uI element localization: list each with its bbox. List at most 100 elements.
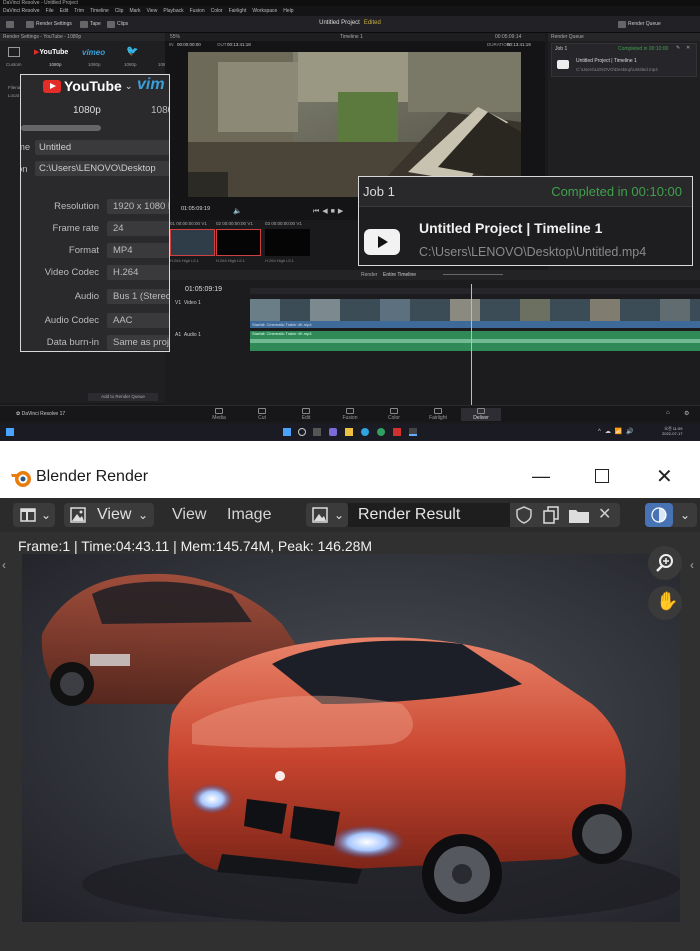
location-input[interactable]: C:\Users\LENOVO\Desktop: [35, 161, 169, 176]
preset-scrollbar[interactable]: [21, 125, 101, 131]
page-deliver[interactable]: Deliver: [461, 408, 501, 421]
open-folder-icon[interactable]: [568, 506, 590, 524]
image-name-field[interactable]: Render Result: [348, 503, 510, 527]
preset-label: Custom: [6, 62, 22, 67]
task-view-icon[interactable]: [313, 428, 321, 436]
display-channels-dropdown[interactable]: ⌄: [645, 503, 697, 527]
menu-item[interactable]: Help: [283, 6, 293, 16]
clip-thumbnail[interactable]: [265, 229, 310, 256]
page-navigation: ✿ DaVinci Resolve 17 Media Cut Edit Fusi…: [0, 405, 700, 422]
audio-clip-bar[interactable]: Starfall: Cinematic Trailer 4K.mp4: [250, 331, 700, 351]
page-fairlight[interactable]: Fairlight: [418, 408, 458, 421]
blender-logo-icon: [11, 471, 31, 487]
system-tray-icons[interactable]: ^☁📶🔊: [598, 428, 638, 435]
maximize-button[interactable]: [595, 469, 609, 483]
timeline-ruler[interactable]: [250, 288, 700, 294]
clip-thumbnail[interactable]: [216, 229, 261, 256]
delete-job-icon[interactable]: ✕: [686, 45, 690, 51]
render-job-item[interactable]: Job 1 Completed in 00:10:00 ✎ ✕ Untitled…: [551, 43, 697, 77]
editor-type-dropdown[interactable]: ⌄: [13, 503, 55, 527]
vimeo-tab[interactable]: vim: [137, 76, 165, 94]
davinci-taskbar-icon[interactable]: [409, 428, 417, 436]
menu-item[interactable]: Color: [211, 6, 223, 16]
video-codec-dropdown[interactable]: H.264: [107, 265, 169, 280]
chat-icon[interactable]: [329, 428, 337, 436]
filename-input[interactable]: Untitled: [35, 140, 169, 155]
view-mode-dropdown[interactable]: View ⌄: [64, 503, 154, 527]
menu-item[interactable]: Mark: [129, 6, 140, 16]
edit-job-icon[interactable]: ✎: [676, 45, 680, 51]
page-fusion[interactable]: Fusion: [330, 408, 370, 421]
page-cut[interactable]: Cut: [242, 408, 282, 421]
data-burn-in-dropdown[interactable]: Same as project: [107, 335, 169, 350]
render-job-zoom[interactable]: Job 1 Completed in 00:10:00 Untitled Pro…: [358, 176, 693, 266]
job-title: Job 1: [363, 184, 395, 199]
chrome-icon[interactable]: [377, 428, 385, 436]
page-media[interactable]: Media: [199, 408, 239, 421]
minimize-button[interactable]: —: [532, 466, 550, 487]
windows-start-icon[interactable]: [6, 428, 14, 436]
project-title: Untitled Project Edited: [0, 20, 700, 26]
menu-item[interactable]: Fusion: [190, 6, 205, 16]
menu-item[interactable]: Timeline: [90, 6, 109, 16]
viewer-zoom[interactable]: 55%: [170, 34, 180, 40]
app-icon[interactable]: [393, 428, 401, 436]
edge-icon[interactable]: [361, 428, 369, 436]
view-menu[interactable]: View: [172, 503, 206, 527]
left-toolbar-toggle[interactable]: ‹: [2, 558, 6, 572]
menu-item[interactable]: DaVinci Resolve: [3, 6, 40, 16]
gear-icon[interactable]: ⚙: [684, 410, 689, 417]
windows-logo-icon[interactable]: [283, 428, 291, 436]
viewer-timeline-name[interactable]: Timeline 1: [340, 33, 363, 41]
video-clip-bar[interactable]: Starfall: Cinematic Trailer 4K.mp4: [250, 321, 700, 328]
render-result-image[interactable]: [22, 554, 680, 922]
custom-preset-icon[interactable]: [8, 47, 20, 57]
clip-track: V1: [201, 221, 207, 226]
fake-user-shield-icon[interactable]: [515, 506, 533, 524]
audio-dropdown[interactable]: Bus 1 (Stereo): [107, 289, 169, 304]
menu-item[interactable]: Edit: [60, 6, 69, 16]
render-mode-dropdown[interactable]: Entire Timeline: [383, 272, 416, 278]
pan-button[interactable]: ✋: [648, 586, 682, 620]
resolution-dropdown[interactable]: 1920 x 1080 HD: [107, 199, 169, 214]
add-to-render-queue-button[interactable]: Add to Render Queue: [88, 393, 158, 401]
job-completed-status: Completed in 00:10:00: [551, 184, 682, 199]
zoom-in-button[interactable]: [648, 546, 682, 580]
clip-thumbnail[interactable]: [170, 229, 215, 256]
vimeo-preset-icon[interactable]: vimeo: [82, 48, 105, 57]
system-clock[interactable]: 오전 11:09 2022-07-17: [662, 426, 682, 436]
browse-image-dropdown[interactable]: ⌄: [306, 503, 348, 527]
video-codec-row: Video Codec H.264: [21, 265, 169, 281]
menu-item[interactable]: File: [46, 6, 54, 16]
page-color[interactable]: Color: [374, 408, 414, 421]
video-codec-label: Video Codec: [44, 267, 99, 278]
menu-item[interactable]: View: [147, 6, 158, 16]
audio-codec-dropdown[interactable]: AAC: [107, 313, 169, 328]
close-button[interactable]: ✕: [656, 464, 673, 489]
format-dropdown[interactable]: MP4: [107, 243, 169, 258]
youtube-tab[interactable]: YouTube ⌄: [43, 78, 132, 94]
twitter-preset-icon[interactable]: 🐦: [126, 46, 138, 57]
playhead[interactable]: [471, 284, 472, 405]
transport-controls[interactable]: ⏮◀■▶: [313, 207, 346, 216]
unlink-close-icon[interactable]: ✕: [598, 503, 611, 527]
video-clip-thumbnails[interactable]: [250, 299, 700, 321]
audio-codec-label: Audio Codec: [44, 315, 99, 326]
menu-item[interactable]: Clip: [115, 6, 124, 16]
new-image-icon[interactable]: [542, 506, 560, 524]
home-icon[interactable]: ⌂: [666, 410, 670, 416]
menu-item[interactable]: Fairlight: [229, 6, 247, 16]
page-edit[interactable]: Edit: [286, 408, 326, 421]
right-sidebar-toggle[interactable]: ‹: [690, 558, 694, 572]
frame-rate-dropdown[interactable]: 24: [107, 221, 169, 236]
menu-item[interactable]: Playback: [163, 6, 183, 16]
menu-item[interactable]: Workspace: [252, 6, 277, 16]
zoom-slider[interactable]: [443, 274, 503, 275]
search-icon[interactable]: [298, 428, 306, 436]
youtube-preset[interactable]: ▶YouTube: [34, 48, 68, 56]
edited-badge: Edited: [363, 20, 381, 26]
menu-item[interactable]: Trim: [74, 6, 84, 16]
image-menu[interactable]: Image: [227, 503, 271, 527]
volume-icon[interactable]: 🔈: [233, 207, 242, 215]
file-explorer-icon[interactable]: [345, 428, 353, 436]
